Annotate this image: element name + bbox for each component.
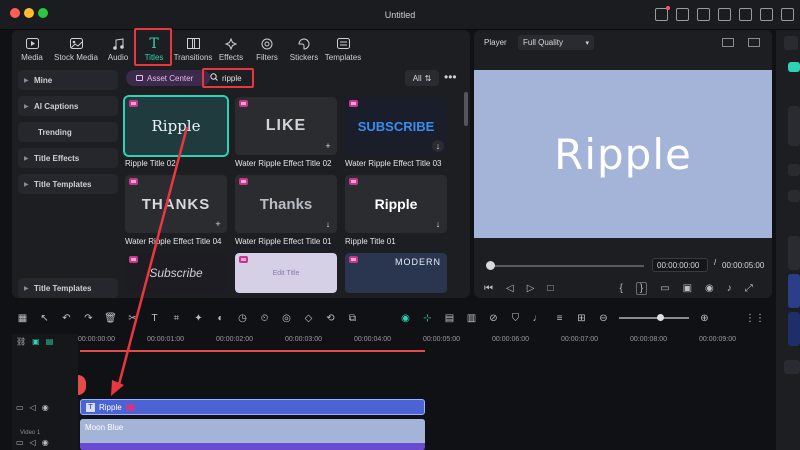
tutorial-arrow [111,126,189,396]
